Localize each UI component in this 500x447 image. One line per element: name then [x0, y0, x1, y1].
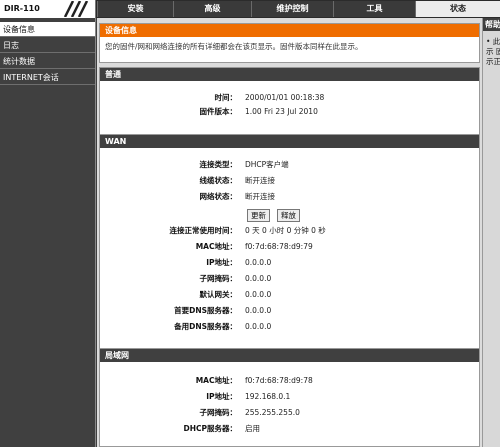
help-line: • 此: [486, 37, 500, 46]
wan-subnet-label: 子网掩码：: [199, 274, 238, 283]
general-title: 普通: [100, 68, 479, 81]
wan-gateway-row: 默认网关： 0.0.0.0: [100, 289, 479, 301]
model-badge: DIR-110: [0, 0, 96, 18]
wan-dns1-label: 首要DNS服务器：: [174, 306, 237, 315]
uptime-row: 连接正常使用时间： 0 天 0 小时 0 分钟 0 秒: [100, 225, 479, 237]
release-button[interactable]: 释放: [277, 209, 300, 222]
sidebar-item-internet-sessions[interactable]: INTERNET会话: [0, 70, 95, 85]
main-content: 设备信息 您的固件/网和网络连接的所有详细都会在该页显示。固件版本同样在此显示。…: [97, 18, 482, 447]
wan-ip-value: 0.0.0.0: [245, 258, 272, 267]
firmware-label: 固件版本：: [199, 107, 238, 116]
site-watermark: yesky 天极网: [372, 392, 494, 442]
lan-subnet-value: 255.255.255.0: [245, 408, 300, 417]
lan-title: 局域网: [100, 349, 479, 362]
time-label: 时间：: [214, 93, 238, 102]
sidebar-item-statistics[interactable]: 统计数据: [0, 54, 95, 69]
time-value: 2000/01/01 00:18:38: [245, 93, 325, 102]
wan-dns2-row: 备用DNS服务器： 0.0.0.0: [100, 321, 479, 333]
network-status-label: 网络状态：: [199, 192, 238, 201]
firmware-value: 1.00 Fri 23 Jul 2010: [245, 107, 318, 116]
sidebar-item-log[interactable]: 日志: [0, 38, 95, 53]
wan-dns1-row: 首要DNS服务器： 0.0.0.0: [100, 305, 479, 317]
wan-mac-row: MAC地址： f0:7d:68:78:d9:79: [100, 241, 479, 253]
wan-gateway-label: 默认网关：: [199, 290, 238, 299]
tab-maintenance[interactable]: 维护控制: [251, 1, 333, 17]
connection-type-row: 连接类型： DHCP客户端: [100, 159, 479, 171]
connection-type-value: DHCP客户端: [245, 160, 289, 169]
cable-status-label: 线缆状态：: [199, 176, 238, 185]
device-info-description: 您的固件/网和网络连接的所有详细都会在该页显示。固件版本同样在此显示。: [105, 42, 363, 51]
time-row: 时间： 2000/01/01 00:18:38: [100, 92, 479, 104]
lan-mac-value: f0:7d:68:78:d9:78: [245, 376, 313, 385]
help-text: • 此 示 固 示正: [483, 31, 500, 67]
wan-dns1-value: 0.0.0.0: [245, 306, 272, 315]
device-info-title: 设备信息: [100, 24, 479, 37]
wan-title: WAN: [100, 135, 479, 148]
lan-dhcp-value: 启用: [245, 424, 260, 433]
renew-button[interactable]: 更新: [247, 209, 270, 222]
lan-subnet-label: 子网掩码：: [199, 408, 238, 417]
wan-gateway-value: 0.0.0.0: [245, 290, 272, 299]
wan-action-buttons: 更新 释放: [100, 209, 479, 223]
help-title: 帮助: [483, 18, 500, 31]
lan-ip-label: IP地址：: [206, 392, 237, 401]
lan-dhcp-label: DHCP服务器：: [183, 424, 237, 433]
tab-advanced[interactable]: 高级: [173, 1, 251, 17]
tab-status[interactable]: 状态: [415, 1, 500, 17]
brand-slashes-icon: [63, 1, 89, 17]
wan-ip-row: IP地址： 0.0.0.0: [100, 257, 479, 269]
lan-ip-value: 192.168.0.1: [245, 392, 291, 401]
sidebar: 设备信息 日志 统计数据 INTERNET会话: [0, 18, 96, 447]
wan-subnet-row: 子网掩码： 0.0.0.0: [100, 273, 479, 285]
uptime-label: 连接正常使用时间：: [169, 226, 238, 235]
tab-tools[interactable]: 工具: [333, 1, 415, 17]
device-info-panel: 设备信息 您的固件/网和网络连接的所有详细都会在该页显示。固件版本同样在此显示。: [99, 23, 480, 63]
help-panel: 帮助 • 此 示 固 示正: [482, 18, 500, 447]
cable-status-row: 线缆状态： 断开连接: [100, 175, 479, 187]
wan-ip-label: IP地址：: [206, 258, 237, 267]
firmware-row: 固件版本： 1.00 Fri 23 Jul 2010: [100, 106, 479, 118]
top-navigation-bar: DIR-110 安装 高级 维护控制 工具 状态: [0, 0, 500, 18]
cable-status-value: 断开连接: [245, 176, 275, 185]
sidebar-item-device-info[interactable]: 设备信息: [0, 22, 95, 37]
connection-type-label: 连接类型：: [199, 160, 238, 169]
wan-panel: WAN 连接类型： DHCP客户端 线缆状态： 断开连接 网络状态： 断开连接 …: [99, 134, 480, 362]
tab-setup[interactable]: 安装: [97, 1, 173, 17]
wan-subnet-value: 0.0.0.0: [245, 274, 272, 283]
wan-dns2-label: 备用DNS服务器：: [174, 322, 237, 331]
network-status-value: 断开连接: [245, 192, 275, 201]
lan-mac-row: MAC地址： f0:7d:68:78:d9:78: [100, 375, 479, 387]
help-line: 示正: [486, 57, 500, 66]
watermark-logo: yesky: [372, 392, 470, 427]
uptime-value: 0 天 0 小时 0 分钟 0 秒: [245, 226, 326, 235]
wan-mac-value: f0:7d:68:78:d9:79: [245, 242, 313, 251]
model-name: DIR-110: [4, 4, 40, 13]
lan-mac-label: MAC地址：: [195, 376, 237, 385]
help-line: 示 固: [486, 47, 500, 56]
wan-mac-label: MAC地址：: [195, 242, 237, 251]
watermark-subtext: 天极网: [426, 426, 469, 440]
wan-dns2-value: 0.0.0.0: [245, 322, 272, 331]
network-status-row: 网络状态： 断开连接: [100, 191, 479, 203]
